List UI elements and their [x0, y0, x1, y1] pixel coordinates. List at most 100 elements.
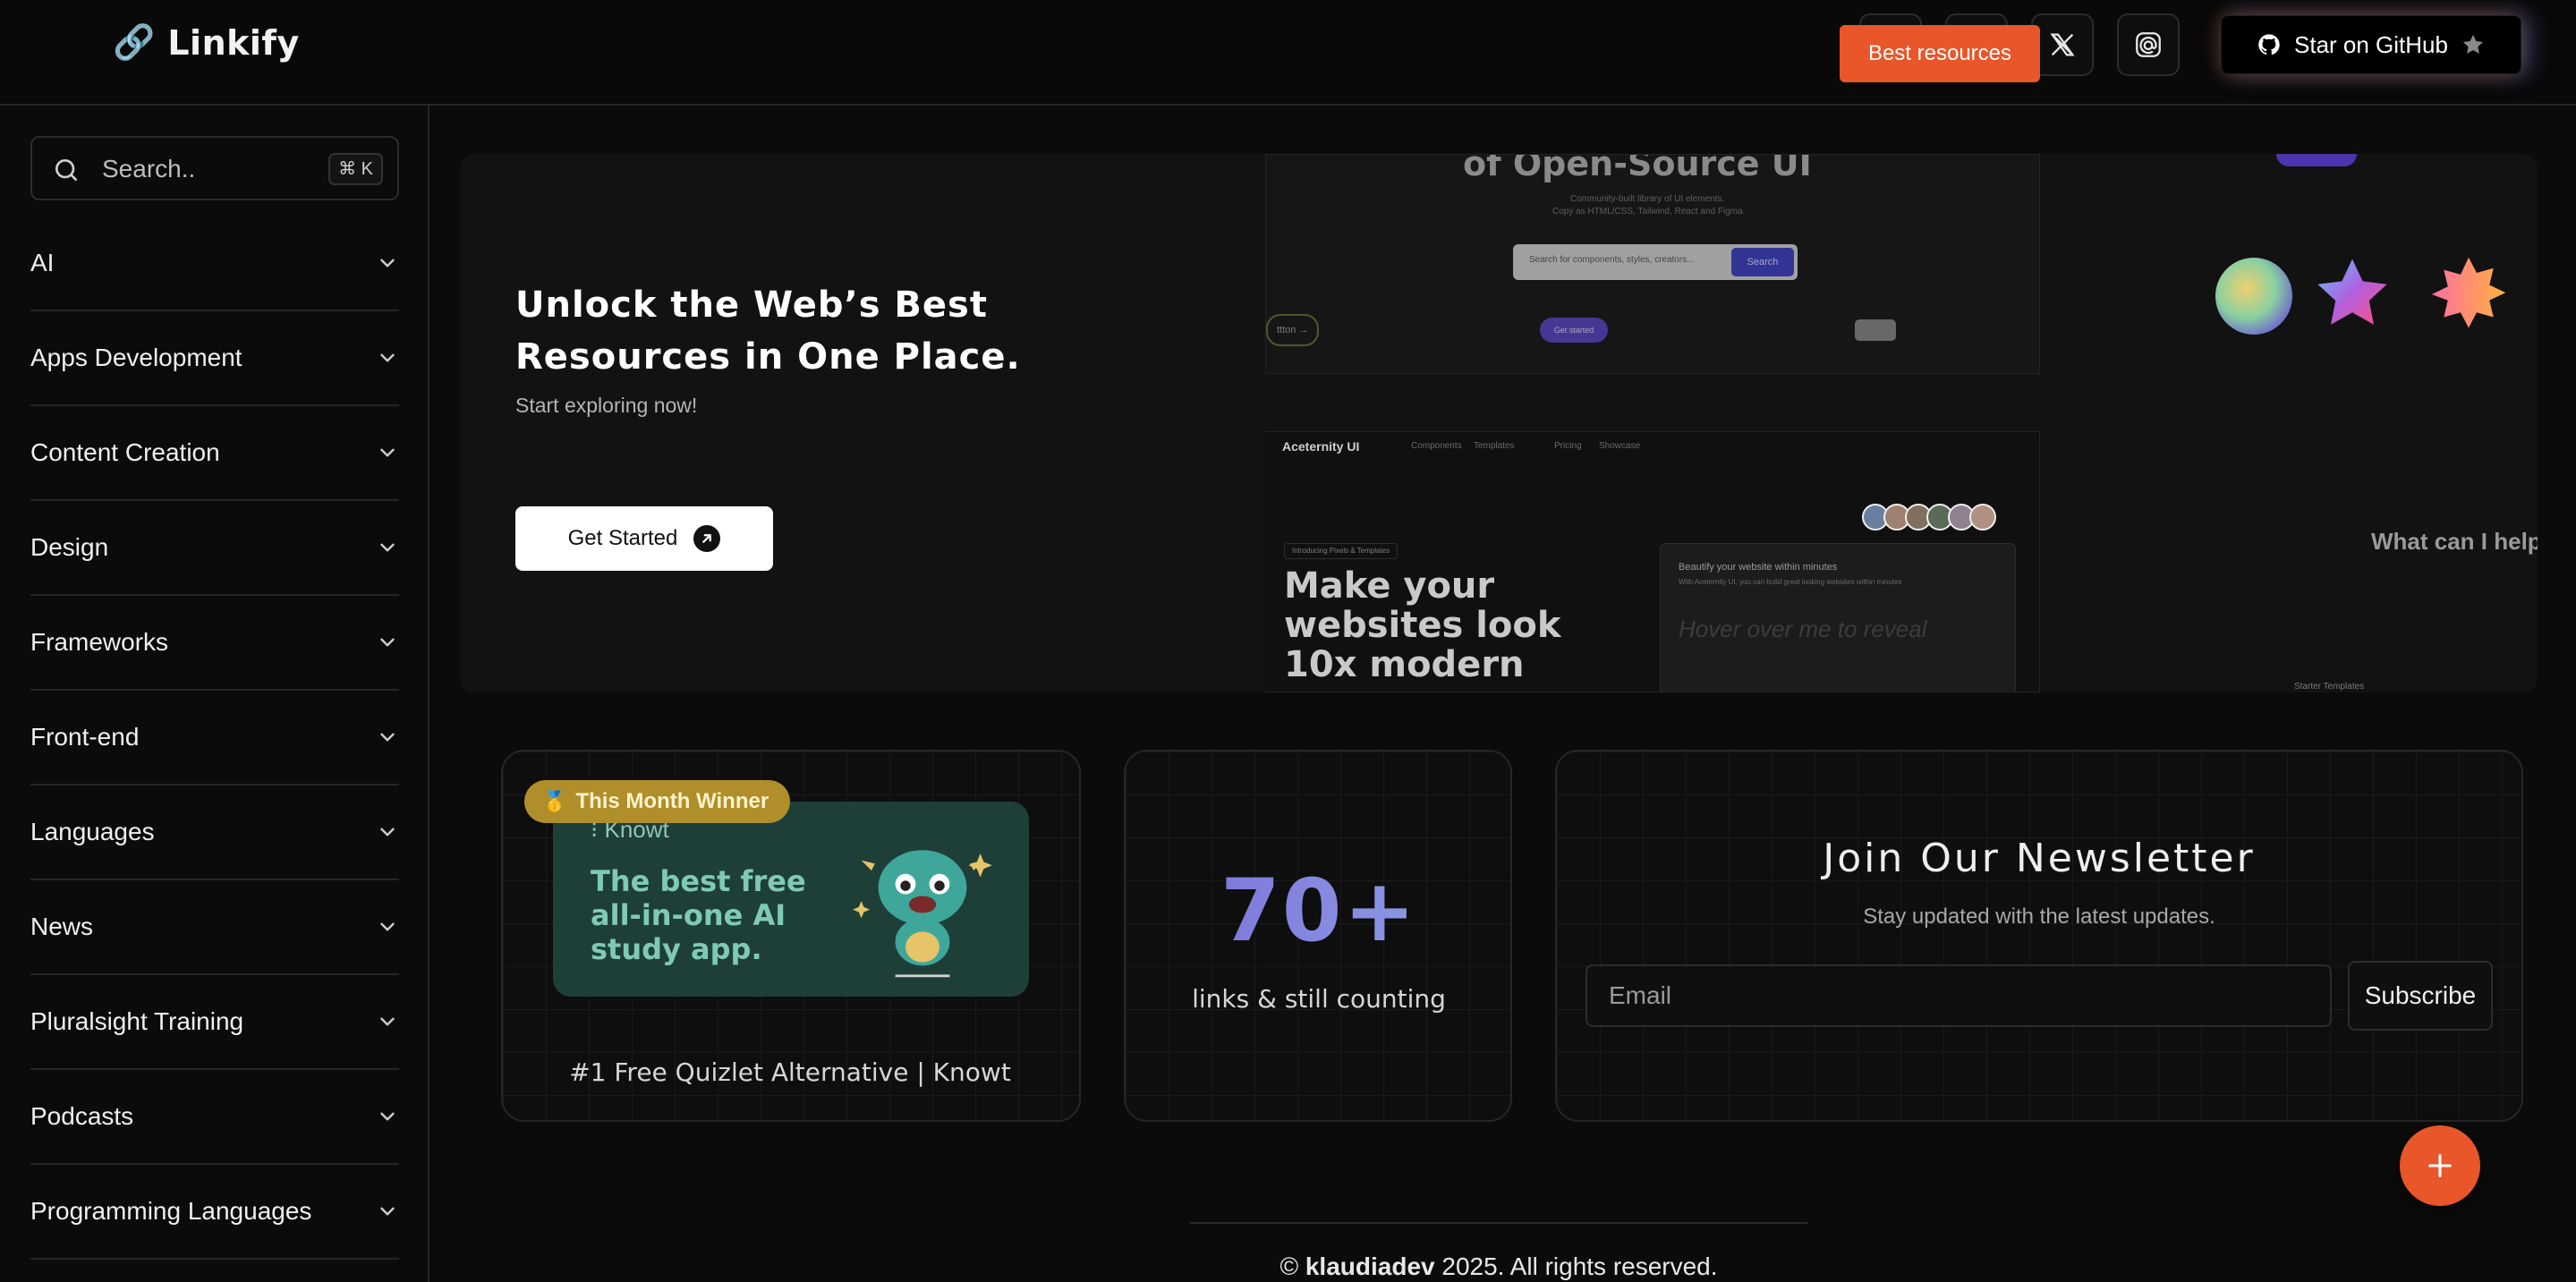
- sidebar-item-label: Podcasts: [30, 1102, 134, 1130]
- resource-collage: of Open-Source UI Community-built librar…: [1265, 154, 2538, 692]
- links-count: 70+: [1126, 861, 1512, 961]
- footer-divider: [1190, 1222, 1807, 1224]
- plus-icon: [2428, 1154, 2452, 1177]
- collage-search-bar: Search for components, styles, creators.…: [1513, 244, 1798, 280]
- featured-image[interactable]: ⁝ Knowt The best free all-in-one AI stud…: [553, 802, 1029, 997]
- top-header: 🔗 Linkify Star on GitHub: [0, 0, 2576, 106]
- chevron-down-icon: [380, 353, 395, 362]
- featured-caption[interactable]: #1 Free Quizlet Alternative | Knowt: [501, 1057, 1079, 1087]
- collage-headline: Make your websites look 10x modern: [1284, 565, 1561, 685]
- star-on-github-label: Star on GitHub: [2294, 30, 2448, 58]
- collage-nav-item: Templates: [1474, 441, 1515, 451]
- sidebar-item-label: Frameworks: [30, 628, 169, 656]
- category-list: AI Apps Development Content Creation Des…: [30, 216, 399, 1260]
- newsletter-title: Join Our Newsletter: [1823, 836, 2256, 881]
- sidebar-item-label: Front-end: [30, 723, 140, 751]
- knowt-tagline: The best free all-in-one AI study app.: [591, 864, 806, 966]
- collage-heading: of Open-Source UI: [1463, 154, 1812, 183]
- chevron-down-icon: [380, 1017, 395, 1026]
- sidebar-item-label: Languages: [30, 818, 155, 845]
- collage-nav-item: Components: [1411, 441, 1462, 451]
- sidebar-search[interactable]: ⌘ K: [30, 136, 399, 200]
- collage-card-sub: With Aceternity UI, you can build great …: [1679, 578, 1902, 586]
- collage-card-title: Beautify your website within minutes: [1679, 562, 1838, 573]
- hero-subtitle: Start exploring now!: [515, 394, 698, 417]
- footer-suffix: 2025. All rights reserved.: [1434, 1252, 1718, 1280]
- sidebar-item-label: News: [30, 913, 94, 940]
- x-icon: [2050, 33, 2075, 56]
- collage-text: Copy as HTML/CSS, Tailwind, React and Fi…: [1552, 207, 1746, 216]
- collage-toggle: [1855, 319, 1896, 341]
- sidebar-item-label: Pluralsight Training: [30, 1007, 244, 1035]
- newsletter-subtitle: Stay updated with the latest updates.: [1863, 904, 2215, 929]
- threads-icon: [2136, 32, 2161, 57]
- chevron-down-icon: [380, 543, 395, 552]
- sidebar-item-label: Apps Development: [30, 344, 242, 371]
- collage-card: Beautify your website within minutes Wit…: [1660, 543, 2016, 692]
- sidebar-item-label: Design: [30, 533, 109, 561]
- chevron-down-icon: [380, 448, 395, 457]
- sidebar: ⌘ K AI Apps Development Content Creation…: [0, 106, 429, 1282]
- sidebar-item-programming-languages[interactable]: Programming Languages: [30, 1165, 399, 1260]
- collage-screenshot-aceternity: Aceternity UI Components Templates Prici…: [1265, 431, 2040, 692]
- search-input[interactable]: [102, 150, 326, 188]
- collage-avatars: [1862, 504, 1996, 531]
- sidebar-item-podcasts[interactable]: Podcasts: [30, 1070, 399, 1165]
- collage-search-button: Search: [1731, 248, 1794, 276]
- chevron-down-icon: [380, 922, 395, 931]
- chevron-down-icon: [380, 733, 395, 742]
- links-count-caption: links & still counting: [1192, 984, 1446, 1014]
- sidebar-item-languages[interactable]: Languages: [30, 785, 399, 880]
- medal-icon: 🥇: [542, 790, 567, 812]
- sparkle-orb-icon: [2215, 258, 2292, 335]
- sidebar-item-news[interactable]: News: [30, 880, 399, 975]
- collage-screenshot-uiverse: of Open-Source UI Community-built librar…: [1265, 154, 2040, 374]
- sidebar-item-design[interactable]: Design: [30, 501, 399, 596]
- add-link-button[interactable]: [2400, 1125, 2480, 1206]
- sidebar-item-front-end[interactable]: Front-end: [30, 691, 399, 785]
- collage-caption: Starter Templates: [2294, 682, 2365, 692]
- chevron-down-icon: [380, 1207, 395, 1216]
- link-icon: 🔗: [113, 24, 156, 62]
- sidebar-item-label: AI: [30, 249, 55, 276]
- chevron-down-icon: [380, 259, 395, 267]
- sidebar-item-label: Content Creation: [30, 438, 220, 466]
- brand-title: Linkify: [167, 23, 300, 63]
- collage-prompt: What can I help: [2371, 528, 2538, 555]
- footer-author[interactable]: klaudiadev: [1305, 1252, 1435, 1280]
- sidebar-item-content-creation[interactable]: Content Creation: [30, 406, 399, 501]
- collage-nav-item: Pricing: [1554, 441, 1582, 451]
- winner-badge: 🥇 This Month Winner: [524, 780, 791, 823]
- collage-chip: [2276, 154, 2357, 166]
- collage-pill-purple: Get started: [1540, 318, 1608, 343]
- sidebar-item-frameworks[interactable]: Frameworks: [30, 596, 399, 691]
- sidebar-item-label: Programming Languages: [30, 1197, 312, 1225]
- email-field[interactable]: [1586, 964, 2332, 1027]
- star-on-github-button[interactable]: Star on GitHub: [2221, 15, 2521, 74]
- collage-text: Community-built library of UI elements.: [1570, 194, 1725, 204]
- collage-nav-item: Showcase: [1599, 441, 1641, 451]
- burst-shape-icon: [2431, 257, 2506, 328]
- hero-title: Unlock the Web’s Best Resources in One P…: [515, 284, 1021, 378]
- best-resources-button[interactable]: Best resources: [1840, 25, 2040, 82]
- winner-badge-label: This Month Winner: [575, 789, 769, 813]
- threads-link-button[interactable]: [2117, 13, 2180, 76]
- collage-brand: Aceternity UI: [1282, 439, 1360, 454]
- get-started-button[interactable]: Get Started: [515, 506, 773, 571]
- star-shape-icon: [2317, 259, 2387, 325]
- sidebar-item-pluralsight-training[interactable]: Pluralsight Training: [30, 975, 399, 1070]
- search-icon: [55, 159, 77, 181]
- subscribe-label: Subscribe: [2364, 981, 2477, 1009]
- sidebar-item-ai[interactable]: AI: [30, 216, 399, 311]
- chevron-down-icon: [380, 638, 395, 647]
- github-icon: [2258, 34, 2280, 55]
- brand[interactable]: 🔗 Linkify: [113, 23, 300, 63]
- sidebar-item-apps-development[interactable]: Apps Development: [30, 311, 399, 406]
- arrow-up-right-icon: [693, 525, 721, 552]
- hero-banner: Unlock the Web’s Best Resources in One P…: [460, 154, 2538, 692]
- x-link-button[interactable]: [2031, 13, 2094, 76]
- collage-tag: Introducing Pixels & Templates: [1284, 543, 1399, 559]
- newsletter-card: [1555, 750, 2523, 1122]
- subscribe-button[interactable]: Subscribe: [2348, 961, 2493, 1031]
- star-icon: [2462, 34, 2484, 54]
